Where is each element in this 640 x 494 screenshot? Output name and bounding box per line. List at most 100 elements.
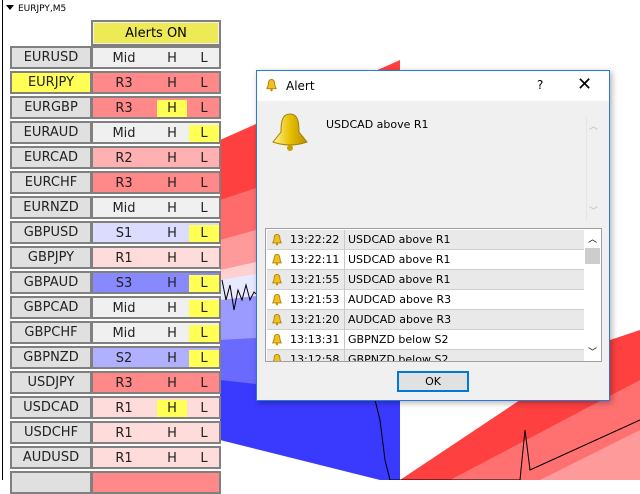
high-alert-toggle[interactable]: H [157, 325, 187, 342]
level-label: Mid [112, 201, 136, 216]
pair-label: GBPNZD [23, 350, 79, 365]
low-alert-toggle[interactable]: L [189, 275, 219, 292]
level-label: R3 [115, 176, 133, 191]
high-alert-toggle[interactable]: H [157, 75, 187, 92]
high-alert-toggle[interactable]: H [157, 150, 187, 167]
pair-button[interactable]: GBPUSD [10, 221, 92, 244]
dialog-titlebar[interactable]: Alert ? ✕ [257, 71, 609, 101]
message-scrollbar[interactable]: ︿ ﹀ [586, 117, 600, 221]
high-alert-toggle[interactable]: H [157, 400, 187, 417]
low-alert-toggle[interactable]: L [189, 375, 219, 392]
high-alert-toggle[interactable]: H [157, 100, 187, 117]
pair-button[interactable]: EURUSD [10, 46, 92, 69]
high-alert-toggle[interactable]: H [157, 175, 187, 192]
pair-label: GBPCAD [23, 300, 79, 315]
low-alert-toggle[interactable]: L [189, 425, 219, 442]
chart-frame [2, 0, 3, 480]
pair-level-row: R1 H L [91, 421, 221, 444]
pair-button[interactable]: GBPNZD [10, 346, 92, 369]
pair-button[interactable]: EURCAD [10, 146, 92, 169]
low-alert-toggle[interactable]: L [189, 325, 219, 342]
low-alert-toggle[interactable]: L [189, 200, 219, 217]
alerts-toggle[interactable]: Alerts ON [91, 20, 221, 46]
level-label: R3 [115, 76, 133, 91]
pair-label: USDCAD [23, 400, 79, 415]
pair-button[interactable]: USDCAD [10, 396, 92, 419]
pair-level-row: R3 H L [91, 171, 221, 194]
dropdown-triangle-icon[interactable] [6, 5, 14, 10]
high-alert-toggle[interactable]: H [157, 125, 187, 142]
high-alert-toggle[interactable]: H [157, 50, 187, 67]
alert-log-list[interactable]: 13:22:22 USDCAD above R1 13:22:11 USDCAD… [265, 228, 602, 362]
log-row[interactable]: 13:21:20 AUDCAD above R3 [267, 310, 584, 330]
low-alert-toggle[interactable]: L [189, 450, 219, 467]
log-row[interactable]: 13:22:22 USDCAD above R1 [267, 230, 584, 250]
pair-level-row: S3 H L [91, 271, 221, 294]
ok-button[interactable]: OK [397, 371, 469, 392]
high-alert-toggle[interactable]: H [157, 350, 187, 367]
low-alert-toggle[interactable]: L [189, 300, 219, 317]
level-label: Mid [112, 126, 136, 141]
pair-button[interactable]: GBPCAD [10, 296, 92, 319]
log-row[interactable]: 13:21:55 USDCAD above R1 [267, 270, 584, 290]
low-alert-toggle[interactable]: L [189, 150, 219, 167]
pair-label: EURJPY [27, 75, 75, 90]
pair-button[interactable]: GBPCHF [10, 321, 92, 344]
bell-icon [272, 253, 282, 266]
high-alert-toggle[interactable]: H [157, 450, 187, 467]
pair-button[interactable]: EURCHF [10, 171, 92, 194]
low-alert-toggle[interactable]: L [189, 175, 219, 192]
log-time: 13:21:20 [290, 313, 340, 326]
level-label: R3 [115, 376, 133, 391]
pair-button[interactable] [10, 471, 92, 494]
log-row[interactable]: 13:22:11 USDCAD above R1 [267, 250, 584, 270]
high-alert-toggle[interactable]: H [157, 300, 187, 317]
pair-button[interactable]: GBPJPY [10, 246, 92, 269]
pair-level-row: R1 H L [91, 396, 221, 419]
pair-label: EURUSD [23, 50, 79, 65]
log-row[interactable]: 13:12:58 GBPNZD below S2 [267, 350, 584, 362]
pair-level-row: Mid H L [91, 121, 221, 144]
bell-icon [272, 233, 282, 246]
high-alert-toggle[interactable]: H [157, 275, 187, 292]
low-alert-toggle[interactable]: L [189, 75, 219, 92]
high-alert-toggle[interactable]: H [157, 225, 187, 242]
high-alert-toggle[interactable]: H [157, 375, 187, 392]
bell-icon [272, 273, 282, 286]
pair-button[interactable]: EURGBP [10, 96, 92, 119]
pair-label: GBPUSD [23, 225, 79, 240]
alerts-toggle-label: Alerts ON [94, 23, 218, 43]
log-text: GBPNZD below S2 [348, 353, 449, 362]
pair-label: AUDUSD [22, 450, 80, 465]
low-alert-toggle[interactable]: L [189, 100, 219, 117]
pair-label: USDJPY [27, 375, 75, 390]
pair-button[interactable]: USDCHF [10, 421, 92, 444]
scroll-down-icon[interactable]: ﹀ [584, 345, 601, 358]
help-button[interactable]: ? [537, 78, 543, 92]
log-row[interactable]: 13:21:53 AUDCAD above R3 [267, 290, 584, 310]
log-time: 13:12:58 [290, 353, 340, 362]
pair-button[interactable]: USDJPY [10, 371, 92, 394]
high-alert-toggle[interactable]: H [157, 250, 187, 267]
high-alert-toggle[interactable]: H [157, 425, 187, 442]
low-alert-toggle[interactable]: L [189, 350, 219, 367]
close-button[interactable]: ✕ [577, 74, 592, 95]
pair-button[interactable]: EURJPY [10, 71, 92, 94]
low-alert-toggle[interactable]: L [189, 400, 219, 417]
log-scrollbar[interactable]: ︿ ﹀ [584, 229, 601, 361]
low-alert-toggle[interactable]: L [189, 250, 219, 267]
pair-level-row: R3 H L [91, 96, 221, 119]
log-time: 13:21:55 [290, 273, 340, 286]
high-alert-toggle[interactable]: H [157, 200, 187, 217]
bell-icon [272, 293, 282, 306]
low-alert-toggle[interactable]: L [189, 50, 219, 67]
low-alert-toggle[interactable]: L [189, 125, 219, 142]
pair-button[interactable]: GBPAUD [10, 271, 92, 294]
low-alert-toggle[interactable]: L [189, 225, 219, 242]
pair-button[interactable]: EURAUD [10, 121, 92, 144]
pair-button[interactable]: EURNZD [10, 196, 92, 219]
scroll-up-icon[interactable]: ︿ [584, 232, 601, 245]
pair-button[interactable]: AUDUSD [10, 446, 92, 469]
log-row[interactable]: 13:13:31 GBPNZD below S2 [267, 330, 584, 350]
scroll-thumb[interactable] [585, 248, 600, 264]
